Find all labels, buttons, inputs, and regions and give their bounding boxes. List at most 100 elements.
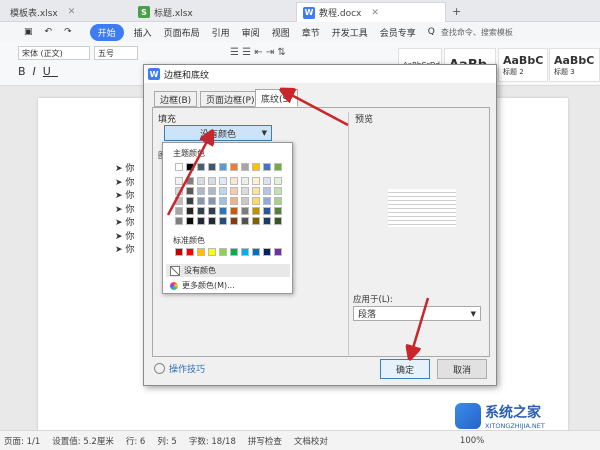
theme-color-swatch[interactable] <box>252 177 260 185</box>
theme-color-swatch[interactable] <box>197 217 205 225</box>
standard-color-swatch[interactable] <box>263 248 271 256</box>
theme-color-swatch[interactable] <box>252 163 260 171</box>
standard-color-swatch[interactable] <box>230 248 238 256</box>
theme-color-swatch[interactable] <box>252 207 260 215</box>
tab-shading[interactable]: 底纹(S) <box>255 89 298 107</box>
theme-color-swatch[interactable] <box>274 207 282 215</box>
standard-color-swatch[interactable] <box>241 248 249 256</box>
spell-check-toggle[interactable]: 拼写检查 <box>248 435 282 447</box>
doc-proof-button[interactable]: 文档校对 <box>294 435 328 447</box>
theme-color-swatch[interactable] <box>197 187 205 195</box>
menu-devtools[interactable]: 开发工具 <box>326 26 374 39</box>
theme-color-swatch[interactable] <box>197 207 205 215</box>
theme-color-swatch[interactable] <box>241 197 249 205</box>
undo-icon[interactable]: ↶ <box>39 27 59 37</box>
redo-icon[interactable]: ↷ <box>58 27 78 37</box>
quick-save-icon[interactable]: ▣ <box>18 27 39 37</box>
theme-color-swatch[interactable] <box>263 177 271 185</box>
tab-file-1[interactable]: 模板表.xlsx ✕ <box>0 2 105 22</box>
theme-color-swatch[interactable] <box>208 187 216 195</box>
menu-member[interactable]: 会员专享 <box>374 26 422 39</box>
theme-color-swatch[interactable] <box>274 187 282 195</box>
tab-page-border[interactable]: 页面边框(P) <box>200 91 261 107</box>
theme-color-swatch[interactable] <box>219 197 227 205</box>
theme-color-swatch[interactable] <box>241 217 249 225</box>
cancel-button[interactable]: 取消 <box>437 359 487 379</box>
standard-color-swatch[interactable] <box>274 248 282 256</box>
new-tab-icon[interactable]: + <box>452 5 461 18</box>
tab-file-3-active[interactable]: W 教程.docx ✕ <box>296 2 446 22</box>
more-colors-option[interactable]: 更多颜色(M)... <box>166 279 290 292</box>
theme-color-swatch[interactable] <box>274 177 282 185</box>
theme-color-swatch[interactable] <box>263 163 271 171</box>
theme-color-swatch[interactable] <box>263 207 271 215</box>
fill-color-dropdown[interactable]: 没有颜色 ▼ <box>164 125 272 141</box>
theme-color-swatch[interactable] <box>186 177 194 185</box>
theme-color-swatch[interactable] <box>241 163 249 171</box>
theme-color-swatch[interactable] <box>230 177 238 185</box>
font-name-select[interactable]: 宋体 (正文) <box>18 46 90 60</box>
theme-color-swatch[interactable] <box>219 177 227 185</box>
theme-color-swatch[interactable] <box>263 197 271 205</box>
tab-borders[interactable]: 边框(B) <box>154 91 198 107</box>
theme-color-swatch[interactable] <box>175 217 183 225</box>
menu-review[interactable]: 审阅 <box>236 26 266 39</box>
theme-color-swatch[interactable] <box>219 187 227 195</box>
ok-button[interactable]: 确定 <box>380 359 430 379</box>
theme-color-swatch[interactable] <box>241 187 249 195</box>
theme-color-swatch[interactable] <box>230 163 238 171</box>
style-heading-2[interactable]: AaBbC 标题 2 <box>498 48 548 82</box>
theme-color-swatch[interactable] <box>219 207 227 215</box>
theme-color-swatch[interactable] <box>208 177 216 185</box>
theme-color-swatch[interactable] <box>186 207 194 215</box>
standard-color-swatch[interactable] <box>208 248 216 256</box>
menu-insert[interactable]: 插入 <box>128 26 158 39</box>
standard-color-swatch[interactable] <box>197 248 205 256</box>
theme-color-swatch[interactable] <box>274 217 282 225</box>
theme-color-swatch[interactable] <box>197 177 205 185</box>
theme-color-swatch[interactable] <box>186 187 194 195</box>
theme-color-swatch[interactable] <box>230 197 238 205</box>
theme-color-swatch[interactable] <box>241 177 249 185</box>
theme-color-swatch[interactable] <box>241 207 249 215</box>
theme-color-swatch[interactable] <box>252 187 260 195</box>
close-icon[interactable]: ✕ <box>68 7 76 17</box>
standard-color-swatch[interactable] <box>252 248 260 256</box>
apply-to-select[interactable]: 段落 ▼ <box>353 306 481 321</box>
standard-color-swatch[interactable] <box>186 248 194 256</box>
theme-color-swatch[interactable] <box>186 197 194 205</box>
close-icon[interactable]: ✕ <box>371 8 379 18</box>
standard-color-swatch[interactable] <box>219 248 227 256</box>
theme-color-swatch[interactable] <box>197 163 205 171</box>
theme-color-swatch[interactable] <box>208 197 216 205</box>
theme-color-swatch[interactable] <box>252 197 260 205</box>
theme-color-swatch[interactable] <box>219 163 227 171</box>
theme-color-swatch[interactable] <box>175 187 183 195</box>
style-heading-3[interactable]: AaBbC 标题 3 <box>549 48 600 82</box>
menu-view[interactable]: 视图 <box>266 26 296 39</box>
status-words[interactable]: 字数: 18/18 <box>189 435 236 447</box>
theme-color-swatch[interactable] <box>197 197 205 205</box>
theme-color-swatch[interactable] <box>208 217 216 225</box>
no-color-option[interactable]: 没有颜色 <box>166 264 290 277</box>
theme-color-swatch[interactable] <box>175 163 183 171</box>
theme-color-swatch[interactable] <box>175 207 183 215</box>
theme-color-swatch[interactable] <box>186 217 194 225</box>
theme-color-swatch[interactable] <box>219 217 227 225</box>
menu-chapter[interactable]: 章节 <box>296 26 326 39</box>
paragraph-buttons[interactable]: ☰ ☰ ⇤ ⇥ ⇅ <box>230 47 340 61</box>
theme-color-swatch[interactable] <box>230 207 238 215</box>
theme-color-swatch[interactable] <box>263 217 271 225</box>
theme-color-swatch[interactable] <box>208 163 216 171</box>
theme-color-swatch[interactable] <box>252 217 260 225</box>
theme-color-swatch[interactable] <box>263 187 271 195</box>
search-input[interactable]: 查找命令、搜索模板 <box>441 27 513 38</box>
zoom-level[interactable]: 100% <box>460 436 484 446</box>
tips-link[interactable]: 操作技巧 <box>154 362 205 375</box>
menu-reference[interactable]: 引用 <box>206 26 236 39</box>
theme-color-swatch[interactable] <box>208 207 216 215</box>
standard-color-swatch[interactable] <box>175 248 183 256</box>
theme-color-swatch[interactable] <box>175 197 183 205</box>
theme-color-swatch[interactable] <box>175 177 183 185</box>
search-icon[interactable]: Q <box>422 27 441 37</box>
